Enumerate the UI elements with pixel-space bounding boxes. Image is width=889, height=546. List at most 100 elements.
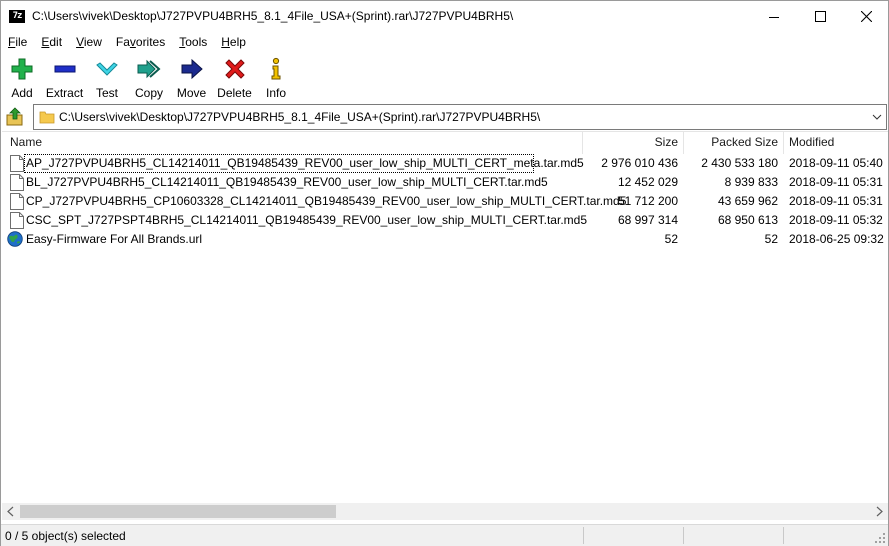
toolbar: Add Extract Test Copy Move Delete Info — [1, 54, 888, 100]
file-name: BL_J727PVPU4BRH5_CL14214011_QB19485439_R… — [26, 175, 548, 189]
menu-edit-rest: dit — [49, 35, 63, 49]
file-packed-size: 8 939 833 — [724, 175, 778, 189]
file-size: 52 — [664, 232, 678, 246]
file-name: CSC_SPT_J727PSPT4BRH5_CL14214011_QB19485… — [26, 213, 587, 227]
up-folder-button[interactable] — [5, 107, 25, 127]
file-name: CP_J727PVPU4BRH5_CP10603328_CL14214011_Q… — [26, 194, 627, 208]
file-size: 2 976 010 436 — [601, 156, 678, 170]
status-divider — [783, 527, 784, 544]
chevron-left-icon[interactable] — [6, 506, 16, 517]
menu-tools-rest: ools — [185, 35, 208, 49]
folder-up-icon — [6, 107, 23, 126]
column-header-modified[interactable]: Modified — [789, 132, 834, 154]
status-bar: 0 / 5 object(s) selected — [1, 524, 888, 546]
move-label: Move — [176, 86, 207, 100]
close-icon — [860, 11, 872, 22]
menu-view[interactable]: View — [69, 32, 109, 52]
menu-file-rest: ile — [15, 35, 28, 49]
table-row[interactable]: BL_J727PVPU4BRH5_CL14214011_QB19485439_R… — [2, 173, 888, 192]
table-row[interactable]: CP_J727PVPU4BRH5_CP10603328_CL14214011_Q… — [2, 192, 888, 211]
column-divider[interactable] — [783, 132, 784, 154]
green-plus-icon — [11, 58, 33, 80]
app-logo-icon[interactable]: 7z — [9, 10, 25, 23]
column-header-name[interactable]: Name — [10, 132, 42, 154]
delete-button[interactable]: Delete — [213, 54, 256, 100]
menu-view-accel: V — [76, 35, 84, 49]
info-label: Info — [265, 86, 286, 100]
copy-button[interactable]: Copy — [128, 54, 170, 100]
table-row[interactable]: AP_J727PVPU4BRH5_CL14214011_QB19485439_R… — [2, 154, 888, 173]
file-icon — [10, 193, 24, 210]
status-divider — [583, 527, 584, 544]
file-packed-size: 2 430 533 180 — [701, 156, 778, 170]
column-divider[interactable] — [582, 132, 583, 154]
file-modified: 2018-09-11 05:32 — [789, 213, 883, 227]
maximize-button[interactable] — [797, 1, 843, 32]
table-row[interactable]: Easy-Firmware For All Brands.url 52 52 2… — [2, 230, 888, 249]
test-button[interactable]: Test — [86, 54, 128, 100]
test-label: Test — [95, 86, 118, 100]
copy-label: Copy — [134, 86, 163, 100]
status-text: 0 / 5 object(s) selected — [5, 529, 126, 543]
file-list[interactable]: Name Size Packed Size Modified AP_J727PV… — [2, 131, 888, 521]
chevron-right-icon[interactable] — [874, 506, 884, 517]
resize-grip-icon[interactable] — [874, 532, 886, 544]
info-button[interactable]: Info — [256, 54, 296, 100]
column-divider[interactable] — [683, 132, 684, 154]
file-name: Easy-Firmware For All Brands.url — [26, 232, 203, 246]
address-bar[interactable]: C:\Users\vivek\Desktop\J727PVPU4BRH5_8.1… — [33, 104, 887, 130]
folder-icon — [39, 111, 55, 124]
menu-favorites[interactable]: Favorites — [109, 32, 172, 52]
file-icon — [10, 212, 24, 229]
delete-label: Delete — [217, 86, 252, 100]
double-arrow-right-icon — [137, 59, 161, 79]
arrow-right-icon — [181, 58, 203, 80]
app-window: 7z C:\Users\vivek\Desktop\J727PVPU4BRH5_… — [0, 0, 889, 546]
red-x-icon — [224, 59, 245, 79]
title-bar[interactable]: 7z C:\Users\vivek\Desktop\J727PVPU4BRH5_… — [1, 1, 888, 32]
info-icon — [271, 57, 281, 80]
file-packed-size: 68 950 613 — [717, 213, 778, 227]
file-packed-size: 52 — [764, 232, 778, 246]
blue-minus-icon — [54, 65, 75, 73]
menu-tools[interactable]: Tools — [172, 32, 214, 52]
move-button[interactable]: Move — [170, 54, 213, 100]
file-modified: 2018-09-11 05:31 — [789, 194, 883, 208]
maximize-icon — [814, 11, 826, 22]
menu-bar: File Edit View Favorites Tools Help — [1, 32, 888, 52]
file-packed-size: 43 659 962 — [717, 194, 778, 208]
file-modified: 2018-09-11 05:40 — [789, 156, 883, 170]
file-modified: 2018-09-11 05:31 — [789, 175, 883, 189]
minimize-icon — [769, 16, 779, 18]
file-size: 68 997 314 — [617, 213, 678, 227]
file-modified: 2018-06-25 09:32 — [789, 232, 884, 246]
extract-button[interactable]: Extract — [43, 54, 86, 100]
window-title: C:\Users\vivek\Desktop\J727PVPU4BRH5_8.1… — [32, 9, 514, 23]
chevron-down-icon[interactable] — [872, 112, 882, 122]
menu-edit[interactable]: Edit — [34, 32, 69, 52]
menu-help-rest: elp — [229, 35, 246, 49]
horizontal-scrollbar[interactable] — [2, 503, 888, 520]
cyan-check-icon — [96, 62, 118, 76]
menu-help-accel: H — [221, 35, 230, 49]
address-row: C:\Users\vivek\Desktop\J727PVPU4BRH5_8.1… — [1, 104, 888, 130]
column-header-packed-size[interactable]: Packed Size — [686, 132, 778, 154]
address-path: C:\Users\vivek\Desktop\J727PVPU4BRH5_8.1… — [59, 110, 541, 124]
file-size: 12 452 029 — [617, 175, 678, 189]
scrollbar-thumb[interactable] — [20, 505, 336, 518]
menu-file[interactable]: File — [1, 32, 34, 52]
globe-icon — [7, 231, 23, 247]
menu-help[interactable]: Help — [214, 32, 253, 52]
file-name: AP_J727PVPU4BRH5_CL14214011_QB19485439_R… — [26, 156, 584, 170]
close-button[interactable] — [843, 1, 889, 32]
column-header-size[interactable]: Size — [585, 132, 678, 154]
minimize-button[interactable] — [751, 1, 797, 32]
add-button[interactable]: Add — [1, 54, 43, 100]
menu-favorites-suffix: orites — [135, 35, 166, 49]
table-row[interactable]: CSC_SPT_J727PSPT4BRH5_CL14214011_QB19485… — [2, 211, 888, 230]
add-label: Add — [11, 86, 33, 100]
file-icon — [10, 155, 24, 172]
extract-label: Extract — [45, 86, 84, 100]
file-icon — [10, 174, 24, 191]
status-divider — [683, 527, 684, 544]
